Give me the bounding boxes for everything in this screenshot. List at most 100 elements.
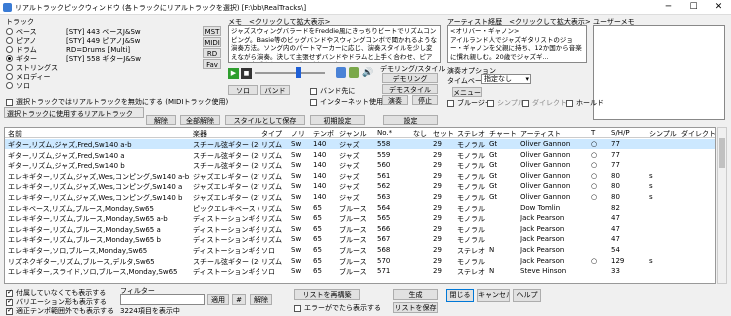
clear-button[interactable]: 解除 — [146, 115, 176, 125]
checkbox-box[interactable] — [447, 99, 454, 107]
checkbox-box[interactable] — [522, 99, 529, 107]
scroll-thumb[interactable] — [719, 138, 725, 168]
table-row[interactable]: エレキギター,リズム,ブルース,Monday,Sw65 b ディストーションギター… — [5, 234, 715, 244]
save-list-button[interactable]: リストを保存 — [393, 302, 438, 313]
column-header[interactable]: ジャンル — [339, 129, 367, 139]
table-row[interactable]: ギター,リズム,ジャズ,Fred,Sw140 a-b スチール弦ギター (26) リ… — [5, 139, 715, 149]
rd-button[interactable]: RD — [203, 48, 221, 58]
close-window-button[interactable]: ✕ — [706, 0, 731, 14]
checkbox-box[interactable] — [487, 99, 494, 107]
table-row[interactable]: ギター,リズム,ジャズ,Fred,Sw140 b スチール弦ギター (26) リズム… — [5, 160, 715, 170]
column-header[interactable]: ダイレクト — [681, 129, 715, 139]
table-row[interactable]: エレキギター,リズム,ジャズ,Wes,コンピング,Sw140 a-b ジャズエレギ… — [5, 171, 715, 181]
help-button[interactable]: ヘルプ — [513, 289, 541, 302]
timebase-select[interactable]: 指定なし ▾ — [481, 74, 531, 84]
checkbox-box[interactable] — [566, 99, 573, 107]
table-row[interactable]: エレキギター,スライド,ソロ,ブルース,Monday,Sw65 ディストーションギ… — [5, 266, 715, 276]
radio-dot[interactable] — [6, 37, 13, 44]
column-header[interactable]: ステレオ — [457, 129, 485, 139]
column-header[interactable]: タイプ — [261, 129, 282, 139]
table-row[interactable]: エレキギター,リズム,ジャズ,Wes,コンピング,Sw140 b ジャズエレギター… — [5, 192, 715, 202]
band-button[interactable]: バンド — [260, 85, 290, 95]
init-settings-button[interactable]: 初期設定 — [310, 115, 365, 125]
column-header[interactable]: 楽器 — [193, 129, 207, 139]
solo-button[interactable]: ソロ — [228, 85, 258, 95]
demo-play-button[interactable]: 演奏 — [382, 95, 408, 105]
table-row[interactable]: エレキギター,リズム,ブルース,Monday,Sw65 a ディストーションギター… — [5, 224, 715, 234]
checkbox-box[interactable] — [6, 306, 13, 315]
position-slider-thumb[interactable] — [296, 67, 301, 78]
demo-style-button[interactable]: デモスタイル — [382, 84, 438, 94]
filter-input[interactable] — [120, 294, 205, 305]
menu-button[interactable]: メニュー — [452, 87, 482, 97]
checkbox-box[interactable] — [294, 304, 301, 312]
vertical-scrollbar[interactable] — [717, 127, 727, 284]
radio-dot[interactable] — [6, 46, 13, 53]
radio-dot[interactable] — [6, 55, 13, 62]
bluesy-checkbox[interactable]: ブルージー — [447, 98, 492, 108]
checkbox-box[interactable] — [310, 87, 317, 95]
direct-checkbox[interactable]: ダイレクト — [522, 98, 567, 108]
radio-dot[interactable] — [6, 82, 13, 89]
radio-dot[interactable] — [6, 64, 13, 71]
close-button[interactable]: 閉じる — [446, 289, 474, 302]
show-tempo-range-checkbox[interactable]: 適正テンポ範囲外でも表示する — [6, 306, 114, 316]
memo-textbox[interactable]: ジャズスウィングバラードをFreddie風にきっちりビートでリズムコンピング。B… — [228, 25, 441, 63]
column-header[interactable]: No.* — [377, 129, 392, 137]
show-errors-checkbox[interactable]: エラーがでたら表示する — [294, 303, 381, 313]
save-as-style-button[interactable]: スタイルとして保存 — [225, 115, 305, 125]
table-row[interactable]: ギター,リズム,ジャズ,Fred,Sw140 a スチール弦ギター (26) リズム… — [5, 150, 715, 160]
column-header[interactable]: アーティスト — [520, 129, 561, 139]
track-radio-6[interactable]: ソロ — [6, 81, 201, 90]
mst-button[interactable]: MST — [203, 26, 221, 36]
table-row[interactable]: リズネクギター,リズム,ブルース,デルタ,Sw65 スチール弦ギター (26) リズ… — [5, 256, 715, 266]
rebuild-list-button[interactable]: リストを再構築 — [294, 289, 360, 300]
image-icon[interactable] — [349, 67, 359, 78]
radio-dot[interactable] — [6, 28, 13, 35]
loop-icon[interactable] — [336, 67, 346, 78]
column-header[interactable]: チャート — [489, 129, 517, 139]
simple-checkbox[interactable]: シンプル — [487, 98, 525, 108]
fav-button[interactable]: Fav — [203, 59, 221, 69]
table-row[interactable]: エレキギター,ソロ,ブルース,Monday,Sw65 ディストーションギター (3… — [5, 245, 715, 255]
table-cell-set: 29 — [433, 203, 442, 212]
column-header[interactable]: ノリ — [291, 129, 305, 139]
hash-button[interactable]: # — [232, 294, 246, 305]
apply-filter-button[interactable]: 適用 — [207, 294, 229, 305]
demo-stop-button[interactable]: 停止 — [412, 95, 438, 105]
checkbox-box[interactable] — [6, 288, 13, 297]
clear-filter-button[interactable]: 解除 — [250, 294, 272, 305]
artist-textbox[interactable]: <オリバー・ギャノン> アイルランド人でジャズギタリストのジョー・ギャノンを父親… — [447, 25, 587, 63]
silence-track-checkbox[interactable]: 選択トラックではリアルトラックを無効にする (MIDIトラック使用) — [6, 97, 228, 107]
internet-checkbox[interactable]: インターネット使用 — [310, 97, 383, 107]
column-header[interactable]: テンポ — [313, 129, 334, 139]
checkbox-box[interactable] — [310, 98, 317, 106]
table-row[interactable]: エレキベース,リズム,ブルース,Monday,Sw65 ピックエレキベース (35… — [5, 203, 715, 213]
table-row[interactable]: エレキギター,リズム,ジャズ,Wes,コンピング,Sw140 a ジャズエレギター… — [5, 181, 715, 191]
column-header[interactable]: 名前 — [8, 129, 22, 139]
checkbox-box[interactable] — [6, 98, 13, 106]
table-row[interactable]: エレキギター,リズム,ブルース,Monday,Sw65 a-b ディストーションギ… — [5, 213, 715, 223]
radio-dot[interactable] — [6, 73, 13, 80]
settings-button[interactable]: 設定 — [383, 115, 438, 125]
speaker-icon[interactable]: 🔊 — [362, 68, 373, 78]
hold-checkbox[interactable]: ホールド — [566, 98, 604, 108]
cancel-button[interactable]: キャンセル — [477, 289, 510, 302]
column-header[interactable]: S/H/P — [611, 129, 630, 137]
midi-button[interactable]: MIDI — [203, 37, 221, 47]
column-header[interactable]: なし — [413, 129, 427, 139]
maximize-button[interactable]: ☐ — [681, 0, 706, 14]
minimize-button[interactable]: ─ — [656, 0, 681, 14]
clear-all-button[interactable]: 全部解除 — [180, 115, 220, 125]
stop-icon[interactable]: ■ — [241, 68, 252, 79]
checkbox-box[interactable] — [6, 297, 13, 306]
table-cell-tempo: 140 — [313, 161, 327, 170]
generate-button[interactable]: 生成 — [393, 289, 438, 300]
play-icon[interactable]: ▶ — [228, 68, 239, 79]
band-first-checkbox[interactable]: バンド先に — [310, 86, 355, 96]
user-memo-textbox[interactable] — [593, 25, 725, 120]
column-header[interactable]: シンプル — [649, 129, 677, 139]
column-header[interactable]: セット — [433, 129, 454, 139]
demo-button[interactable]: デモリング — [382, 73, 438, 83]
column-header[interactable]: T — [591, 129, 595, 137]
